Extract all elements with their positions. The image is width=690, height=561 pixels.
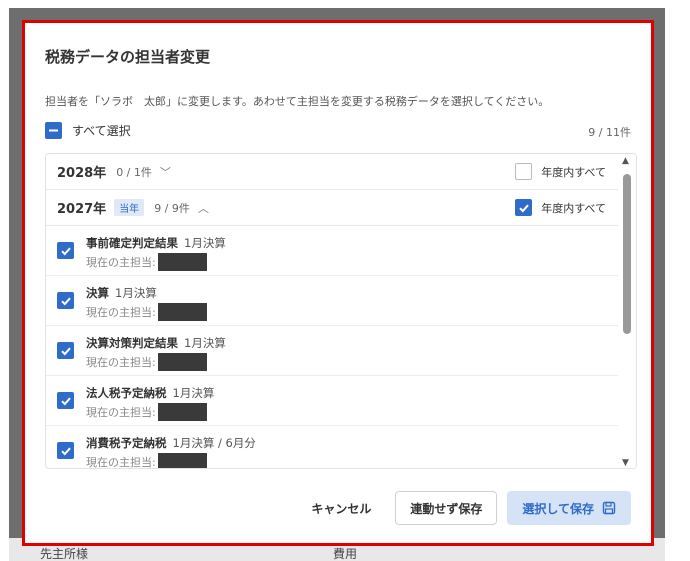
item-period: 1月決算 [184, 336, 226, 350]
item-period: 1月決算 [115, 286, 157, 300]
item-checkbox[interactable] [57, 292, 74, 309]
year-label: 2027年 [57, 202, 107, 217]
cancel-button[interactable]: キャンセル [297, 491, 385, 525]
redacted-name [157, 453, 207, 468]
check-icon [60, 447, 71, 455]
item-name: 決算 [86, 286, 109, 300]
save-icon [602, 501, 616, 515]
item-checkbox[interactable] [57, 442, 74, 459]
year-row-2028[interactable]: 2028年 0 / 1件 ﹀ 年度内すべて [46, 154, 620, 190]
list-item[interactable]: 決算 1月決算 現在の主担当: [46, 276, 620, 326]
minus-icon [49, 129, 58, 132]
select-all-label: すべて選択 [72, 124, 131, 138]
owner-label: 現在の主担当: [86, 456, 156, 469]
owner-label: 現在の主担当: [86, 406, 156, 419]
item-period: 1月決算 [184, 236, 226, 250]
item-checkbox[interactable] [57, 242, 74, 259]
item-name: 事前確定判定結果 [86, 236, 178, 250]
assignee-change-dialog: 税務データの担当者変更 担当者を「ソラボ 太郎」に変更します。あわせて主担当を変… [22, 20, 654, 546]
check-icon [60, 247, 71, 255]
item-title: 法人税予定納税 1月決算 [86, 385, 214, 401]
item-checkbox[interactable] [57, 392, 74, 409]
save-selected-button[interactable]: 選択して保存 [507, 491, 631, 525]
select-all-checkbox[interactable] [45, 122, 62, 139]
item-name: 法人税予定納税 [86, 386, 167, 400]
item-name: 消費税予定納税 [86, 436, 167, 450]
redacted-name [157, 353, 207, 371]
scrollbar-thumb[interactable] [623, 174, 631, 334]
list-item[interactable]: 法人税予定納税 1月決算 現在の主担当: [46, 376, 620, 426]
list-item[interactable]: 決算対策判定結果 1月決算 現在の主担当: [46, 326, 620, 376]
dialog-title: 税務データの担当者変更 [45, 48, 211, 66]
item-title: 消費税予定納税 1月決算 / 6月分 [86, 435, 256, 451]
background-text-left: 先主所様 [40, 547, 89, 561]
item-period: 1月決算 / 6月分 [172, 436, 256, 450]
save-without-link-button[interactable]: 連動せず保存 [395, 491, 498, 525]
check-icon [60, 297, 71, 305]
item-owner: 現在の主担当: [86, 253, 207, 271]
year-all-label: 年度内すべて [541, 165, 606, 179]
tax-data-list: 2028年 0 / 1件 ﹀ 年度内すべて 2027年 当年 9 / 9件 ︿ … [45, 153, 637, 469]
year-label: 2028年 [57, 166, 107, 181]
item-title: 事前確定判定結果 1月決算 [86, 235, 226, 251]
item-owner: 現在の主担当: [86, 353, 207, 371]
scroll-up-icon[interactable]: ▲ [622, 156, 629, 166]
year-select-all[interactable]: 年度内すべて [515, 163, 606, 180]
year-all-label: 年度内すべて [541, 201, 606, 215]
year-count: 9 / 9件 [154, 201, 190, 215]
year-all-checkbox[interactable] [515, 163, 533, 180]
item-owner: 現在の主担当: [86, 403, 207, 421]
item-title: 決算対策判定結果 1月決算 [86, 335, 226, 351]
selected-count: 9 / 11件 [588, 126, 631, 139]
owner-label: 現在の主担当: [86, 256, 156, 269]
item-owner: 現在の主担当: [86, 453, 207, 469]
chevron-up-icon[interactable]: ︿ [198, 200, 209, 216]
redacted-name [157, 403, 207, 421]
scroll-down-icon[interactable]: ▼ [622, 458, 629, 468]
select-all-control[interactable]: すべて選択 [45, 122, 131, 139]
owner-label: 現在の主担当: [86, 306, 156, 319]
item-period: 1月決算 [172, 386, 215, 400]
year-row-2027[interactable]: 2027年 当年 9 / 9件 ︿ 年度内すべて [46, 190, 620, 226]
save-selected-label: 選択して保存 [522, 501, 594, 516]
dialog-footer: キャンセル 連動せず保存 選択して保存 [297, 491, 631, 525]
dialog-description: 担当者を「ソラボ 太郎」に変更します。あわせて主担当を変更する税務データを選択し… [45, 95, 550, 108]
background-text-right: 費用 [333, 547, 358, 561]
item-owner: 現在の主担当: [86, 303, 207, 321]
redacted-name [157, 303, 207, 321]
item-checkbox[interactable] [57, 342, 74, 359]
year-count: 0 / 1件 [116, 165, 152, 179]
redacted-name [157, 253, 207, 271]
check-icon [60, 397, 71, 405]
item-name: 決算対策判定結果 [86, 336, 178, 350]
year-all-checkbox[interactable] [515, 199, 533, 216]
chevron-down-icon[interactable]: ﹀ [160, 164, 171, 180]
current-year-badge: 当年 [114, 199, 145, 216]
check-icon [60, 347, 71, 355]
check-icon [518, 204, 529, 212]
owner-label: 現在の主担当: [86, 356, 156, 369]
list-item[interactable]: 事前確定判定結果 1月決算 現在の主担当: [46, 226, 620, 276]
year-select-all[interactable]: 年度内すべて [515, 199, 606, 216]
item-title: 決算 1月決算 [86, 285, 157, 301]
list-item[interactable]: 消費税予定納税 1月決算 / 6月分 現在の主担当: [46, 426, 620, 469]
list-scrollbar[interactable]: ▲ ▼ [618, 154, 636, 468]
